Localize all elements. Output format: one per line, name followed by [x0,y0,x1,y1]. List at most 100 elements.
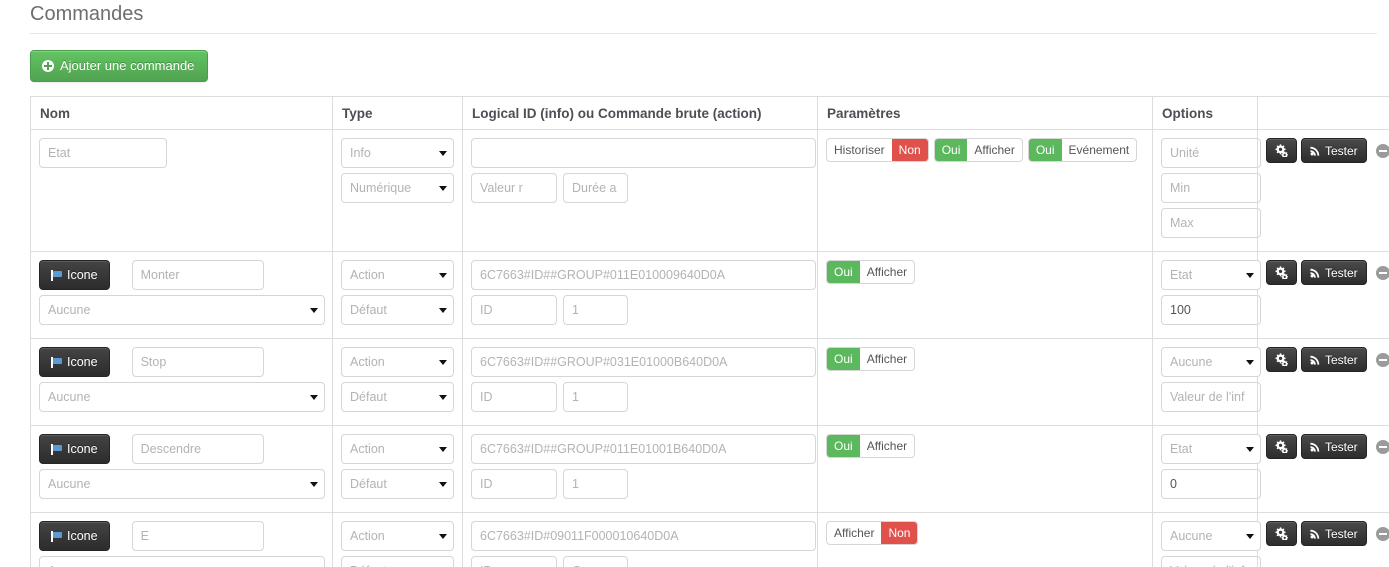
parameter-toggle-right[interactable]: Non [891,139,928,161]
parameter-toggle-right[interactable]: Afficher [860,348,914,370]
command-icon-select[interactable]: Aucune [39,556,325,567]
option-value-input[interactable]: 100 [1161,295,1261,325]
command-name-input-text: Monter [140,268,180,282]
logical-id-input[interactable]: 6C7663#ID##GROUP#011E010009640D0A [471,260,816,290]
parameter-toggle[interactable]: Oui Afficher [826,434,916,458]
logical-id-sub-input-text: ID [480,390,493,404]
parameter-toggle-left[interactable]: Oui [934,139,968,161]
test-button[interactable]: Tester [1301,260,1367,285]
parameter-toggle[interactable]: Afficher Non [826,521,919,545]
icon-picker-button[interactable]: Icone [39,521,110,551]
logical-id-value-input[interactable]: Groupe [563,556,628,567]
parameter-toggle-right[interactable]: Afficher [967,139,1021,161]
option-min-input[interactable]: Min [1161,173,1261,203]
command-icon-select[interactable]: Aucune [39,382,325,412]
commands-table: Nom Type Logical ID (info) ou Commande b… [30,96,1389,567]
option-select[interactable]: Aucune [1161,521,1261,551]
remove-command-button[interactable] [1375,439,1389,454]
option-select[interactable]: Etat [1161,434,1261,464]
configure-button[interactable] [1266,260,1297,285]
option-value-input-text: 0 [1170,477,1177,491]
rss-icon [1310,528,1321,539]
add-command-button[interactable]: Ajouter une commande [30,50,209,82]
command-subtype-select[interactable]: Défaut [341,295,454,325]
parameter-toggle-right[interactable]: Evénement [1062,139,1137,161]
logical-id-value-input[interactable]: 1 [563,382,628,412]
chevron-down-icon [439,447,447,452]
parameter-toggle-left[interactable]: Oui [827,435,860,457]
logical-id-input[interactable]: 6C7663#ID##GROUP#031E01000B640D0A [471,347,816,377]
remove-command-button[interactable] [1375,352,1389,367]
parameter-toggle-left[interactable]: Afficher [827,522,881,544]
parameter-toggle[interactable]: Oui Evénement [1027,138,1138,162]
icon-picker-button[interactable]: Icone [39,347,110,377]
parameter-toggle-right[interactable]: Afficher [860,435,914,457]
parameter-toggle[interactable]: Oui Afficher [826,260,916,284]
test-button-label: Tester [1325,526,1358,541]
table-header-row: Nom Type Logical ID (info) ou Commande b… [30,96,1389,130]
command-icon-select[interactable]: Aucune [39,295,325,325]
command-name-input[interactable]: Stop [131,347,264,377]
command-name-input[interactable]: Etat [39,138,167,168]
logical-id-value-input[interactable]: 1 [563,295,628,325]
remove-command-button[interactable] [1375,526,1389,541]
option-max-input[interactable]: Max [1161,208,1261,238]
configure-button[interactable] [1266,521,1297,546]
option-select[interactable]: Etat [1161,260,1261,290]
logical-id-sub-input[interactable]: Valeur r [471,173,557,203]
logical-id-input[interactable]: 6C7663#ID#09011F000010640D0A [471,521,816,551]
logical-id-sub-input[interactable]: ID [471,295,557,325]
command-subtype-select[interactable]: Défaut [341,469,454,499]
parameter-toggle-right[interactable]: Afficher [860,261,914,283]
logical-id-input[interactable]: 6C7663#ID##GROUP#011E01001B640D0A [471,434,816,464]
test-button[interactable]: Tester [1301,347,1367,372]
parameter-toggle[interactable]: Historiser Non [826,138,929,162]
command-name-input[interactable]: Descendre [131,434,264,464]
parameter-toggle[interactable]: Oui Afficher [933,138,1023,162]
cell-parametres: Oui Afficher [817,251,1153,339]
configure-button[interactable] [1266,138,1297,163]
command-type-select[interactable]: Info [341,138,454,168]
remove-command-button[interactable] [1375,265,1389,280]
commandes-page: Commandes Ajouter une commande Nom Type … [0,0,1389,567]
parameter-toggle-left[interactable]: Oui [827,261,860,283]
icon-picker-button[interactable]: Icone [39,260,110,290]
option-value-input[interactable]: Valeur de l'inf [1161,382,1261,412]
parameter-toggle-left[interactable]: Oui [827,348,860,370]
command-type-select[interactable]: Action [341,521,454,551]
remove-command-button[interactable] [1375,143,1389,158]
configure-button[interactable] [1266,347,1297,372]
parameter-toggle-right[interactable]: Non [881,522,918,544]
command-subtype-select[interactable]: Numérique [341,173,454,203]
command-type-select[interactable]: Action [341,260,454,290]
command-subtype-select[interactable]: Défaut [341,382,454,412]
parameter-toggle[interactable]: Oui Afficher [826,347,916,371]
test-button[interactable]: Tester [1301,138,1367,163]
option-unite-input[interactable]: Unité [1161,138,1261,168]
logical-id-value-input[interactable]: 1 [563,469,628,499]
icon-picker-button[interactable]: Icone [39,434,110,464]
option-min-input-text: Min [1170,181,1191,195]
command-type-select-value: Action [350,529,385,543]
logical-id-sub-input[interactable]: ID [471,469,557,499]
test-button[interactable]: Tester [1301,434,1367,459]
parameter-toggle-left[interactable]: Oui [1028,139,1062,161]
option-value-input[interactable]: Valeur de l'inf [1161,556,1261,567]
command-name-input[interactable]: Monter [131,260,264,290]
command-name-input-text: Stop [140,355,167,369]
logical-id-input[interactable] [471,138,816,168]
cell-type: Info Numérique [332,129,463,252]
parameter-toggle-left[interactable]: Historiser [827,139,892,161]
command-name-input[interactable]: E [131,521,264,551]
logical-id-value-input[interactable]: Durée a [563,173,628,203]
command-icon-select[interactable]: Aucune [39,469,325,499]
logical-id-sub-input[interactable]: ID [471,556,557,567]
test-button[interactable]: Tester [1301,521,1367,546]
logical-id-sub-input[interactable]: ID [471,382,557,412]
configure-button[interactable] [1266,434,1297,459]
command-type-select[interactable]: Action [341,434,454,464]
command-type-select[interactable]: Action [341,347,454,377]
command-subtype-select[interactable]: Défaut [341,556,454,567]
option-select[interactable]: Aucune [1161,347,1261,377]
option-value-input[interactable]: 0 [1161,469,1261,499]
